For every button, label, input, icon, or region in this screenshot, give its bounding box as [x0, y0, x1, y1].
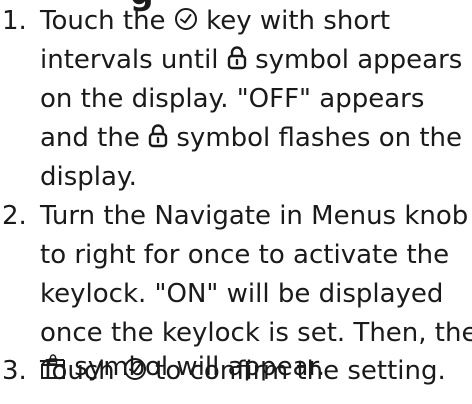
line-text: and the — [40, 123, 140, 153]
step-line: and the symbol flashes on the — [40, 119, 462, 158]
line-text: Touch the — [40, 6, 166, 36]
step-number: 3. — [2, 356, 27, 386]
lock-icon — [148, 123, 168, 148]
line-text: intervals until — [40, 45, 219, 75]
step-number: 2. — [2, 201, 27, 231]
lock-icon — [227, 45, 247, 70]
line-text: Touch — [40, 356, 115, 386]
step-line: display. — [40, 162, 137, 192]
clock-icon — [174, 7, 198, 31]
step-line: on the display. "OFF" appears — [40, 84, 425, 114]
step-line: intervals until symbol appears — [40, 41, 462, 80]
line-text: symbol appears — [255, 45, 463, 75]
step-line: to right for once to activate the — [40, 240, 450, 270]
line-text: symbol flashes on the — [176, 123, 463, 153]
step-line: Touch to confirm the setting. — [40, 352, 446, 391]
clock-icon — [123, 357, 147, 381]
step-line: keylock. "ON" will be displayed — [40, 279, 444, 309]
line-text: to confirm the setting. — [155, 356, 446, 386]
step-number: 1. — [2, 6, 27, 36]
step-line: Turn the Navigate in Menus knob — [40, 201, 469, 231]
step-line: Touch the key with short — [40, 2, 390, 41]
line-text: key with short — [206, 6, 391, 36]
